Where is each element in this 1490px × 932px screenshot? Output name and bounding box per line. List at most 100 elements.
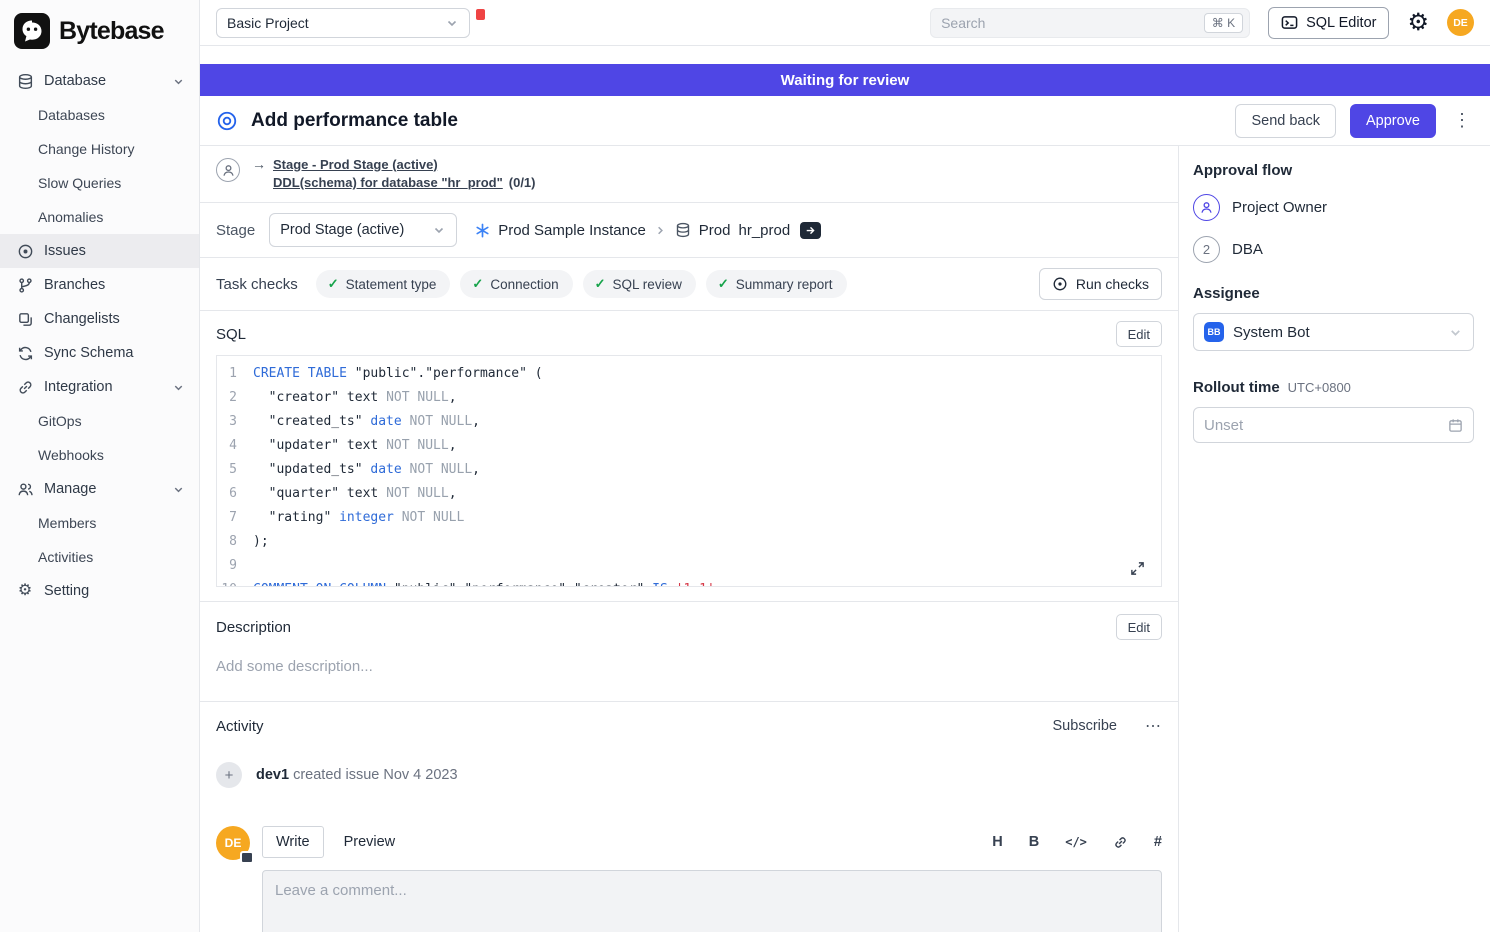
composer-toolbar: H B </> #: [992, 834, 1162, 850]
arrow-right-icon: →: [252, 156, 266, 172]
sidebar-item-gitops[interactable]: GitOps: [0, 404, 199, 438]
approval-step: Project Owner: [1193, 194, 1474, 221]
task-check-connection[interactable]: ✓ Connection: [460, 270, 572, 298]
stage-row: Stage Prod Stage (active) Prod Sample In…: [200, 203, 1178, 258]
instance-link[interactable]: Prod Sample Instance: [498, 222, 646, 239]
subscribe-button[interactable]: Subscribe: [1053, 718, 1117, 734]
send-back-button[interactable]: Send back: [1235, 104, 1336, 138]
code-line: 3 "created_ts" date NOT NULL,: [217, 410, 1161, 434]
review-status-banner: Waiting for review: [200, 64, 1490, 96]
sidebar-item-change-history[interactable]: Change History: [0, 132, 199, 166]
code-line: 8);: [217, 530, 1161, 554]
more-options-icon[interactable]: ⋮: [1450, 110, 1474, 131]
calendar-icon: [1448, 418, 1463, 433]
rollout-timezone: UTC+0800: [1288, 380, 1351, 395]
sql-code-lines: 1CREATE TABLE "public"."performance" (2 …: [217, 362, 1161, 587]
sidebar-item-label: Databases: [38, 107, 105, 123]
line-number: 8: [217, 530, 253, 554]
sidebar-item-anomalies[interactable]: Anomalies: [0, 200, 199, 234]
approve-button[interactable]: Approve: [1350, 104, 1436, 138]
manage-icon: [16, 481, 34, 498]
code-line: 6 "quarter" text NOT NULL,: [217, 482, 1161, 506]
task-link[interactable]: DDL(schema) for database "hr_prod": [273, 175, 503, 190]
code-text: COMMENT ON COLUMN "public"."performance"…: [253, 578, 723, 587]
setting-icon: ⚙: [16, 583, 34, 599]
stage-link[interactable]: Stage - Prod Stage (active): [273, 157, 438, 172]
activity-item: + dev1 created issue Nov 4 2023: [216, 762, 1162, 788]
code-icon[interactable]: </>: [1065, 835, 1087, 849]
sidebar-item-sync-schema[interactable]: Sync Schema: [0, 336, 199, 370]
notification-dot[interactable]: [476, 9, 485, 20]
integration-icon: [16, 379, 34, 396]
rollout-time-value[interactable]: [1204, 417, 1448, 434]
task-check-list: ✓Statement type ✓ Connection ✓SQL review ✓Su…: [316, 270, 847, 298]
check-icon: ✓: [595, 276, 606, 292]
sidebar-item-slow-queries[interactable]: Slow Queries: [0, 166, 199, 200]
stage-select[interactable]: Prod Stage (active): [269, 213, 457, 247]
bytebase-logo-icon: [14, 13, 50, 49]
rollout-time-input[interactable]: [1193, 407, 1474, 443]
assignee-select[interactable]: BB System Bot: [1193, 313, 1474, 351]
plus-icon: +: [216, 762, 242, 788]
task-check-sql-review[interactable]: ✓SQL review: [583, 270, 696, 298]
sidebar-item-manage[interactable]: Manage: [0, 472, 199, 506]
activity-more-icon[interactable]: ⋯: [1145, 716, 1162, 736]
line-number: 5: [217, 458, 253, 482]
search-input[interactable]: [941, 15, 1196, 31]
description-edit-button[interactable]: Edit: [1116, 614, 1162, 640]
issue-status-icon: [216, 110, 238, 132]
sql-edit-button[interactable]: Edit: [1116, 321, 1162, 347]
instance-engine-icon: [475, 223, 490, 238]
comment-composer: DE Write Preview H B </> #: [216, 826, 1162, 932]
topbar: Basic Project ⌘ K SQL Editor ⚙ DE: [200, 0, 1490, 46]
run-checks-button[interactable]: Run checks: [1039, 268, 1162, 300]
sql-code-block: 1CREATE TABLE "public"."performance" (2 …: [216, 355, 1162, 587]
hash-icon[interactable]: #: [1154, 834, 1162, 850]
gear-icon[interactable]: ⚙: [1407, 11, 1429, 35]
task-check-summary-report[interactable]: ✓Summary report: [706, 270, 847, 298]
main-area: Basic Project ⌘ K SQL Editor ⚙ DE Waitin…: [200, 0, 1490, 932]
sidebar-item-label: GitOps: [38, 413, 82, 429]
sidebar-item-issues[interactable]: Issues: [0, 234, 199, 268]
code-text: "quarter" text NOT NULL,: [253, 482, 457, 506]
sidebar-item-database[interactable]: Database: [0, 64, 199, 98]
search-box[interactable]: ⌘ K: [930, 8, 1250, 38]
link-icon[interactable]: [1113, 835, 1128, 850]
sidebar-item-branches[interactable]: Branches: [0, 268, 199, 302]
project-select[interactable]: Basic Project: [216, 8, 470, 38]
database-breadcrumb: Prod Sample Instance Prod hr_prod: [475, 222, 821, 239]
bold-icon[interactable]: B: [1029, 834, 1039, 850]
tab-write[interactable]: Write: [262, 826, 324, 858]
comment-bubble-icon: [240, 851, 254, 864]
rollout-time-title: Rollout time: [1193, 379, 1280, 396]
sidebar-item-members[interactable]: Members: [0, 506, 199, 540]
sidebar-item-changelists[interactable]: Changelists: [0, 302, 199, 336]
database-link[interactable]: hr_prod: [738, 222, 790, 239]
bytebase-logo[interactable]: Bytebase: [0, 0, 199, 64]
heading-icon[interactable]: H: [992, 834, 1002, 850]
sidebar-item-label: Integration: [44, 379, 113, 395]
sidebar-item-activities[interactable]: Activities: [0, 540, 199, 574]
comment-input[interactable]: [262, 870, 1162, 932]
composer-avatar: DE: [216, 826, 250, 860]
sidebar-item-setting[interactable]: ⚙Setting: [0, 574, 199, 608]
sidebar-item-label: Members: [38, 515, 96, 531]
open-in-sql-editor-icon[interactable]: [800, 222, 821, 239]
sidebar-item-webhooks[interactable]: Webhooks: [0, 438, 199, 472]
sidebar-item-label: Change History: [38, 141, 135, 157]
code-line: 5 "updated_ts" date NOT NULL,: [217, 458, 1161, 482]
sidebar-item-integration[interactable]: Integration: [0, 370, 199, 404]
sidebar: Bytebase Database Databases Change History…: [0, 0, 200, 932]
sql-editor-button[interactable]: SQL Editor: [1268, 7, 1389, 39]
task-check-label: Connection: [490, 277, 558, 292]
sql-label: SQL: [216, 326, 246, 343]
sidebar-item-databases[interactable]: Databases: [0, 98, 199, 132]
check-icon: ✓: [472, 276, 483, 292]
task-check-statement-type[interactable]: ✓Statement type: [316, 270, 451, 298]
body-row: → Stage - Prod Stage (active) DDL(schema…: [200, 146, 1490, 932]
tab-preview[interactable]: Preview: [344, 827, 396, 857]
code-line: 2 "creator" text NOT NULL,: [217, 386, 1161, 410]
environment-label: Prod: [699, 222, 731, 239]
user-avatar[interactable]: DE: [1447, 9, 1474, 36]
expand-icon[interactable]: [1130, 561, 1145, 576]
